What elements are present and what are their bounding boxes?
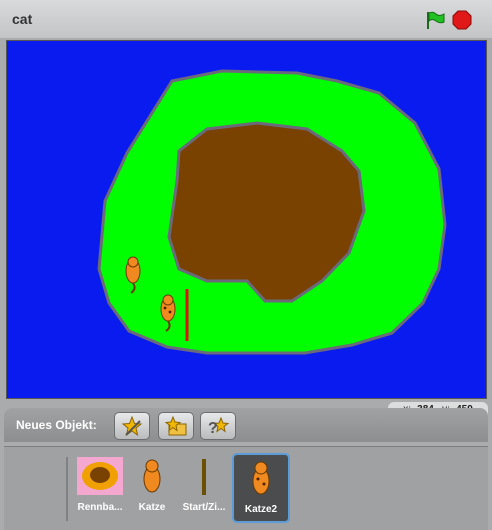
cat-thumbnail <box>143 459 161 493</box>
svg-text:?: ? <box>208 420 218 437</box>
sprite-list: Rennba... Katze Start/Zi... Katze2 <box>4 446 488 530</box>
choose-sprite-from-file-button[interactable] <box>158 412 194 440</box>
sprite-item-rennbahn[interactable]: Rennba... <box>73 453 127 519</box>
cat2-thumbnail <box>252 461 270 495</box>
paintbrush-star-icon <box>121 415 143 437</box>
new-sprite-toolbar: Neues Objekt: ? <box>4 408 488 442</box>
stop-icon[interactable] <box>452 10 472 30</box>
sprite-item-katze2[interactable]: Katze2 <box>232 453 290 523</box>
sprite-item-start-ziel[interactable]: Start/Zi... <box>177 453 231 519</box>
sprite-label: Katze <box>138 502 166 513</box>
sprite-label: Start/Zi... <box>182 502 226 513</box>
stage-titlebar: cat <box>0 0 492 38</box>
folder-star-icon <box>164 415 187 436</box>
question-star-icon: ? <box>208 416 230 437</box>
race-track-backdrop <box>97 69 447 355</box>
sprite-label: Rennba... <box>77 502 123 513</box>
project-title: cat <box>12 11 33 27</box>
stage-canvas[interactable] <box>6 40 487 399</box>
sprite-label: Katze2 <box>244 504 278 515</box>
sprite-item-katze[interactable]: Katze <box>125 453 179 519</box>
racetrack-thumbnail <box>77 457 123 495</box>
sprite-list-divider <box>66 457 68 521</box>
new-object-label: Neues Objekt: <box>16 418 97 432</box>
green-flag-icon[interactable] <box>424 10 446 30</box>
finish-line-thumbnail <box>202 459 206 495</box>
paint-new-sprite-button[interactable] <box>114 412 150 440</box>
surprise-sprite-button[interactable]: ? <box>200 412 236 440</box>
